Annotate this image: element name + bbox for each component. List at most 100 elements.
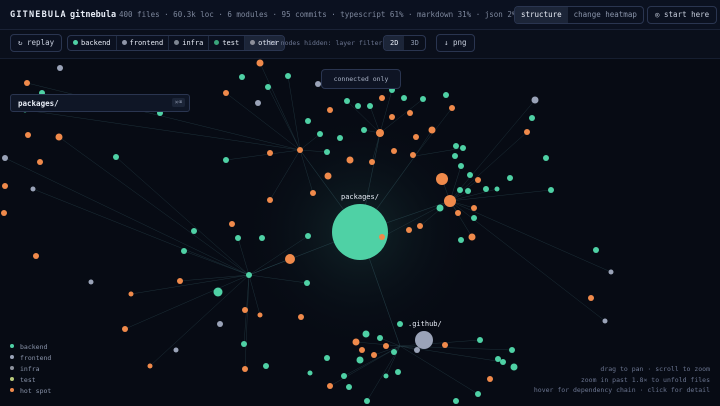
graph-node[interactable] — [285, 254, 295, 264]
graph-node[interactable] — [602, 318, 608, 324]
graph-node[interactable] — [471, 215, 477, 221]
graph-node[interactable] — [465, 188, 471, 194]
graph-node[interactable] — [25, 132, 31, 138]
graph-node[interactable] — [593, 247, 599, 253]
graph-node[interactable] — [33, 253, 39, 259]
graph-node[interactable] — [397, 321, 403, 327]
graph-node[interactable] — [173, 347, 179, 353]
graph-node[interactable] — [361, 127, 367, 133]
graph-node[interactable] — [460, 145, 466, 151]
graph-node[interactable] — [24, 80, 30, 86]
filter-backend[interactable]: backend — [68, 36, 117, 50]
graph-node[interactable] — [213, 287, 223, 297]
graph-node[interactable] — [391, 148, 397, 154]
graph-node[interactable] — [346, 156, 354, 164]
graph-node[interactable] — [379, 95, 385, 101]
graph-node[interactable] — [367, 103, 373, 109]
graph-node[interactable] — [468, 233, 476, 241]
export-png-button[interactable]: ↓ png — [436, 34, 475, 52]
graph-node[interactable] — [531, 96, 539, 104]
graph-node[interactable] — [510, 363, 518, 371]
mode-3d-button[interactable]: 3D — [404, 36, 424, 50]
graph-node[interactable] — [356, 356, 364, 364]
graph-node[interactable] — [509, 347, 515, 353]
graph-node[interactable] — [263, 363, 269, 369]
graph-node[interactable] — [297, 147, 303, 153]
filter-test[interactable]: test — [209, 36, 246, 50]
graph-node[interactable] — [543, 155, 549, 161]
graph-node[interactable] — [369, 159, 375, 165]
graph-node[interactable] — [304, 280, 310, 286]
clear-path-button[interactable]: ×⌫ — [171, 98, 185, 107]
graph-node[interactable] — [453, 398, 459, 404]
graph-node[interactable] — [401, 95, 407, 101]
graph-node[interactable] — [376, 129, 384, 137]
graph-node[interactable] — [57, 65, 63, 71]
replay-button[interactable]: ↻ replay — [10, 34, 63, 52]
graph-node[interactable] — [55, 133, 63, 141]
graph-node[interactable] — [443, 92, 449, 98]
graph-node[interactable] — [487, 376, 493, 382]
graph-node[interactable] — [191, 228, 197, 234]
graph-node[interactable] — [453, 143, 459, 149]
packages-node[interactable] — [332, 204, 388, 260]
graph-node[interactable] — [324, 149, 330, 155]
graph-node[interactable] — [458, 237, 464, 243]
path-search-field[interactable]: packages/ ×⌫ — [10, 94, 190, 112]
graph-node[interactable] — [177, 278, 183, 284]
graph-node[interactable] — [305, 233, 311, 239]
graph-node[interactable] — [406, 227, 412, 233]
graph-node[interactable] — [2, 183, 8, 189]
graph-node[interactable] — [255, 100, 261, 106]
graph-node[interactable] — [362, 330, 370, 338]
graph-node[interactable] — [410, 152, 416, 158]
graph-node[interactable] — [285, 73, 291, 79]
graph-node[interactable] — [217, 321, 223, 327]
graph-node[interactable] — [477, 337, 483, 343]
graph-node[interactable] — [298, 314, 304, 320]
graph-node[interactable] — [223, 157, 229, 163]
graph-node[interactable] — [467, 172, 473, 178]
graph-node[interactable] — [414, 347, 420, 353]
graph-node[interactable] — [128, 291, 134, 297]
graph-node[interactable] — [317, 131, 323, 137]
start-here-button[interactable]: ◎ start here — [647, 6, 718, 24]
graph-node[interactable] — [529, 115, 535, 121]
graph-node[interactable] — [113, 154, 119, 160]
graph-node[interactable] — [327, 107, 333, 113]
graph-node[interactable] — [239, 74, 245, 80]
graph-node[interactable] — [495, 356, 501, 362]
graph-node[interactable] — [1, 210, 7, 216]
graph-node[interactable] — [355, 103, 361, 109]
graph-node[interactable] — [327, 383, 333, 389]
graph-node[interactable] — [265, 84, 271, 90]
filter-frontend[interactable]: frontend — [117, 36, 170, 50]
graph-node[interactable] — [483, 186, 489, 192]
graph-node[interactable] — [407, 110, 413, 116]
graph-node[interactable] — [147, 363, 153, 369]
graph-node[interactable] — [494, 186, 500, 192]
graph-node[interactable] — [455, 210, 461, 216]
graph-node[interactable] — [588, 295, 594, 301]
graph-node[interactable] — [458, 163, 464, 169]
graph-node[interactable] — [37, 159, 43, 165]
graph-node[interactable] — [524, 129, 530, 135]
graph-node[interactable] — [241, 341, 247, 347]
graph-node[interactable] — [267, 150, 273, 156]
graph-node[interactable] — [475, 391, 481, 397]
graph-node[interactable] — [389, 114, 395, 120]
graph-node[interactable] — [452, 153, 458, 159]
graph-node[interactable] — [359, 347, 365, 353]
graph-node[interactable] — [436, 173, 448, 185]
graph-node[interactable] — [337, 135, 343, 141]
graph-node[interactable] — [428, 126, 436, 134]
graph-node[interactable] — [377, 335, 383, 341]
graph-node[interactable] — [122, 326, 128, 332]
graph-node[interactable] — [500, 359, 506, 365]
graph-node[interactable] — [88, 279, 94, 285]
graph-node[interactable] — [436, 204, 444, 212]
connected-only-toggle[interactable]: connected only — [321, 69, 401, 89]
graph-node[interactable] — [364, 398, 370, 404]
graph-node[interactable] — [371, 352, 377, 358]
graph-node[interactable] — [442, 342, 448, 348]
